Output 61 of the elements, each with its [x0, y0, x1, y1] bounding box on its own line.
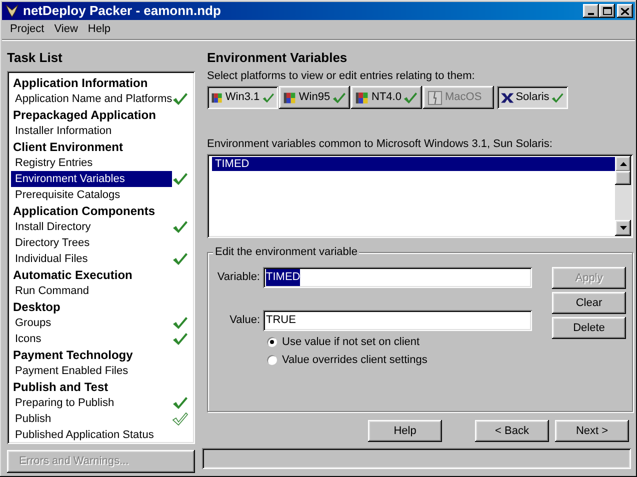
task-item[interactable]: Application Name and Platforms	[11, 91, 191, 107]
window-title: netDeploy Packer - eamonn.ndp	[23, 2, 222, 20]
radio-option[interactable]: Value overrides client settings	[266, 353, 537, 367]
task-group-heading: Payment Technology	[12, 347, 134, 363]
task-item[interactable]: Run Command	[11, 283, 191, 299]
task-item[interactable]: Published Application Status	[11, 427, 191, 443]
maximize-icon	[602, 7, 612, 15]
task-group-heading: Automatic Execution	[12, 267, 134, 283]
panel-title: Environment Variables	[207, 50, 348, 66]
app-icon	[4, 3, 20, 19]
nav-button[interactable]: < Back	[475, 420, 549, 442]
task-item[interactable]: Installer Information	[11, 123, 191, 139]
windows-flag-icon	[355, 90, 370, 106]
task-item[interactable]: Prerequisite Catalogs	[11, 187, 191, 203]
platform-toggle[interactable]: Solaris	[497, 86, 568, 109]
field-label: Variable:	[216, 270, 261, 286]
scroll-up-button[interactable]	[615, 156, 631, 172]
task-item[interactable]: Publish	[11, 411, 191, 427]
task-item[interactable]: Directory Trees	[11, 235, 191, 251]
list-item[interactable]: TIMED	[212, 157, 615, 171]
task-group-heading: Application Information	[12, 75, 149, 91]
minimize-button[interactable]	[583, 4, 599, 18]
radio-button[interactable]	[266, 336, 278, 348]
list-label: Environment variables common to Microsoft Windows 3.1, Sun Solaris:	[207, 137, 554, 151]
task-item[interactable]: Payment Enabled Files	[11, 363, 191, 379]
maximize-button[interactable]	[599, 4, 615, 18]
nav-button[interactable]: Help	[368, 420, 442, 442]
platform-toggle[interactable]: NT4.0	[351, 86, 422, 109]
nav-button[interactable]: Next >	[555, 420, 629, 442]
task-list-title: Task List	[7, 50, 64, 66]
text-field[interactable]: TRUE	[263, 310, 532, 331]
task-item[interactable]: Individual Files	[11, 251, 191, 267]
text-field[interactable]: TIMED	[263, 267, 532, 288]
task-item[interactable]: Icons	[11, 331, 191, 347]
task-group-heading: Desktop	[12, 299, 62, 315]
task-group-heading: Application Components	[12, 203, 156, 219]
platform-toggle[interactable]: Win95	[279, 86, 350, 109]
radio-button[interactable]	[266, 354, 278, 366]
task-group-heading: Publish and Test	[12, 379, 110, 395]
task-item[interactable]: Preparing to Publish	[11, 395, 191, 411]
action-button[interactable]: Clear	[552, 292, 626, 314]
menu-item[interactable]: Help	[86, 21, 113, 38]
task-item[interactable]: Groups	[11, 315, 191, 331]
x-logo-icon	[501, 90, 514, 104]
platform-prompt: Select platforms to view or edit entries relating to them:	[207, 69, 476, 83]
menu-item[interactable]: View	[52, 21, 80, 38]
task-item[interactable]: Registry Entries	[11, 155, 191, 171]
scrollbar-thumb[interactable]	[615, 171, 631, 185]
task-group-heading: Prepackaged Application	[12, 107, 157, 123]
radio-option[interactable]: Use value if not set on client	[266, 335, 537, 349]
platform-toggle[interactable]: Win3.1	[207, 86, 278, 109]
field-label: Value:	[228, 313, 261, 328]
menu-item[interactable]: Project	[8, 21, 46, 38]
action-button[interactable]: Delete	[552, 317, 626, 339]
down-arrow-icon	[620, 226, 626, 230]
scroll-down-button[interactable]	[615, 220, 631, 236]
close-button[interactable]	[617, 4, 633, 18]
up-arrow-icon	[620, 162, 626, 166]
task-group-heading: Client Environment	[12, 139, 124, 155]
close-icon	[621, 8, 629, 14]
task-item[interactable]: Install Directory	[11, 219, 191, 235]
